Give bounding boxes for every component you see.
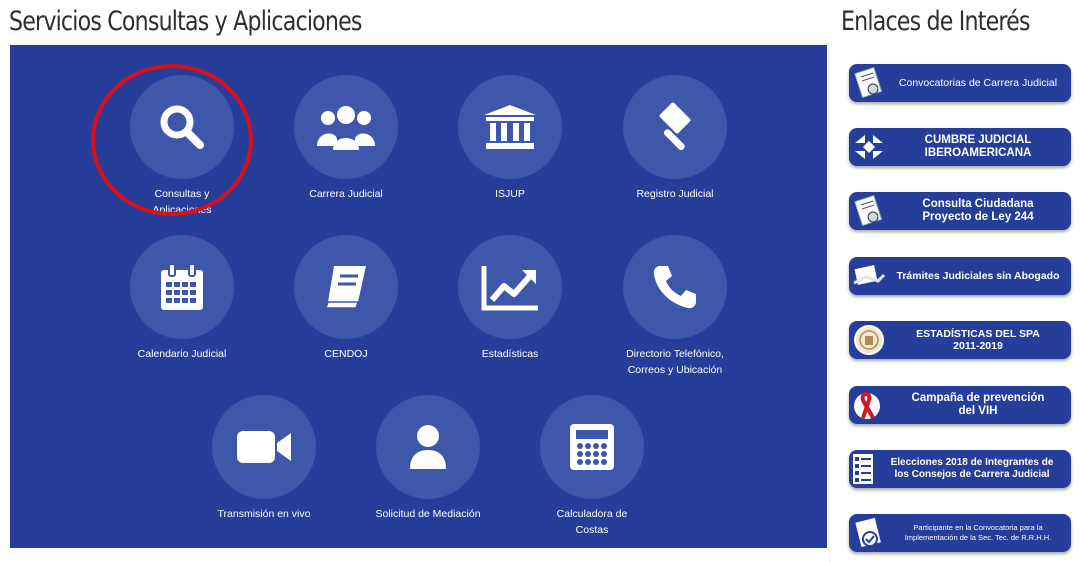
tile-solicitud-de-mediacion[interactable]: Solicitud de Mediación <box>343 395 513 522</box>
gavel-icon <box>659 102 691 151</box>
link-campana-prevencion-vih[interactable]: Campaña de prevención del VIH <box>849 386 1071 424</box>
document-seal-icon <box>849 65 889 101</box>
tile-circle <box>623 75 727 179</box>
banner-text: CUMBRE JUDICIAL IBEROAMERICANA <box>924 134 1032 159</box>
phone-icon <box>653 266 696 309</box>
links-sidebar: Convocatorias de Carrera Judicial CUMBRE… <box>829 45 1080 562</box>
banner-text: Convocatorias de Carrera Judicial <box>898 77 1058 89</box>
tile-directorio-telefonico[interactable]: Directorio Telefónico, Correos y Ubicació… <box>590 235 760 378</box>
tile-calendario-judicial[interactable]: Calendario Judicial <box>97 235 267 362</box>
tile-label: Transmisión en vivo <box>217 508 311 520</box>
tile-transmision-en-vivo[interactable]: Transmisión en vivo <box>179 395 349 522</box>
tile-label: Directorio Telefónico, Correos y Ubicació… <box>626 348 724 376</box>
link-estadisticas-spa[interactable]: ESTADÍSTICAS DEL SPA 2011-2019 <box>849 321 1071 359</box>
tile-circle <box>294 75 398 179</box>
user-icon <box>410 425 446 469</box>
tile-label: Consultas y Aplicaciones <box>152 188 212 216</box>
video-camera-icon <box>237 431 291 463</box>
tile-circle <box>623 235 727 339</box>
line-chart-icon <box>481 266 538 311</box>
tile-circle <box>458 235 562 339</box>
tile-label: Estadísticas <box>481 348 539 360</box>
institution-icon <box>484 105 536 149</box>
tile-label: Calculadora de Costas <box>556 508 628 536</box>
banner-text: Trámites Judiciales sin Abogado <box>896 270 1060 282</box>
calculator-icon <box>570 424 614 470</box>
tile-isjup[interactable]: ISJUP <box>425 75 595 202</box>
document-seal-icon <box>849 193 889 229</box>
tile-registro-judicial[interactable]: Registro Judicial <box>590 75 760 202</box>
handshake-icon <box>849 258 889 294</box>
users-icon <box>317 106 375 150</box>
banner-text: Campaña de prevención del VIH <box>911 392 1045 417</box>
link-cumbre-judicial-iberoamericana[interactable]: CUMBRE JUDICIAL IBEROAMERICANA <box>849 128 1071 166</box>
banner-text: Consulta Ciudadana Proyecto de Ley 244 <box>922 198 1034 223</box>
tile-circle <box>294 235 398 339</box>
seal-icon <box>849 322 889 358</box>
tile-label: Carrera Judicial <box>309 188 383 200</box>
tile-circle <box>130 75 234 179</box>
book-icon <box>324 266 366 309</box>
link-tramites-sin-abogado[interactable]: Trámites Judiciales sin Abogado <box>849 257 1071 295</box>
tile-consultas-aplicaciones[interactable]: Consultas y Aplicaciones <box>97 75 267 218</box>
cumbre-logo-icon <box>849 129 889 165</box>
tile-label: Registro Judicial <box>636 188 714 200</box>
certificate-check-icon <box>849 515 889 551</box>
tile-estadisticas[interactable]: Estadísticas <box>425 235 595 362</box>
banner-text: ESTADÍSTICAS DEL SPA 2011-2019 <box>916 328 1040 352</box>
ballot-list-icon <box>849 451 877 487</box>
tile-circle <box>130 235 234 339</box>
tile-calculadora-de-costas[interactable]: Calculadora de Costas <box>507 395 677 538</box>
tile-label: ISJUP <box>495 188 525 200</box>
red-ribbon-icon <box>849 387 889 423</box>
section-title-links: Enlaces de Interés <box>841 6 1031 37</box>
banner-text: Participante en la Convocatoria para la I… <box>904 523 1052 542</box>
calendar-icon <box>161 263 203 310</box>
services-panel: Consultas y Aplicaciones Carrera Judicial <box>10 45 827 548</box>
tile-circle <box>540 395 644 499</box>
tile-cendoj[interactable]: CENDOJ <box>261 235 431 362</box>
banner-text: Elecciones 2018 de Integrantes de los Con… <box>890 457 1054 480</box>
tile-label: CENDOJ <box>324 348 368 360</box>
tile-carrera-judicial[interactable]: Carrera Judicial <box>261 75 431 202</box>
tile-label: Solicitud de Mediación <box>375 508 481 520</box>
tile-circle <box>212 395 316 499</box>
search-icon <box>160 105 204 149</box>
link-convocatorias-carrera-judicial[interactable]: Convocatorias de Carrera Judicial <box>849 64 1071 102</box>
section-title-services: Servicios Consultas y Aplicaciones <box>9 6 362 37</box>
link-elecciones-2018[interactable]: Elecciones 2018 de Integrantes de los Con… <box>849 450 1071 488</box>
link-consulta-ciudadana[interactable]: Consulta Ciudadana Proyecto de Ley 244 <box>849 192 1071 230</box>
link-participante-convocatoria[interactable]: Participante en la Convocatoria para la I… <box>849 514 1071 552</box>
tile-circle <box>376 395 480 499</box>
tile-label: Calendario Judicial <box>137 348 227 360</box>
tile-circle <box>458 75 562 179</box>
